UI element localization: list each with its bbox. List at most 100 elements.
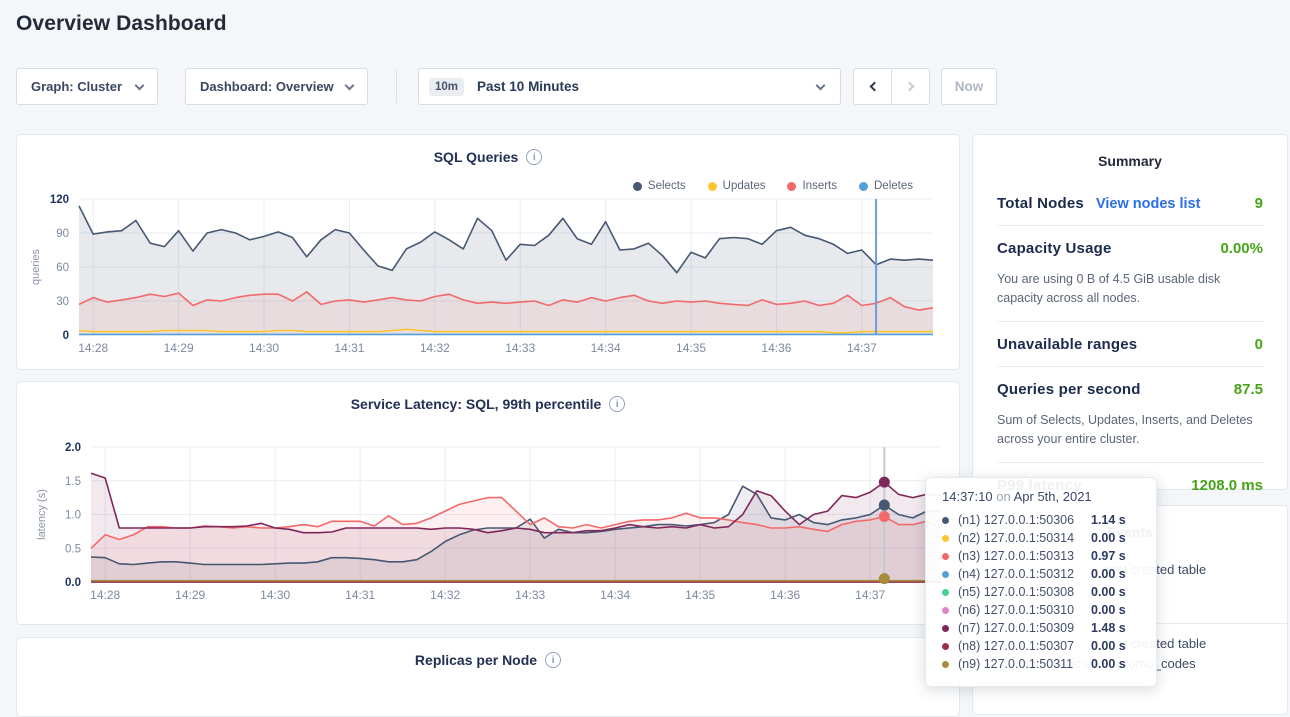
legend-dot-icon — [633, 182, 642, 191]
svg-text:queries: queries — [30, 248, 42, 285]
node-color-dot-icon — [942, 517, 949, 524]
svg-text:14:33: 14:33 — [515, 588, 545, 602]
metric-value: 1208.0 ms — [1191, 477, 1263, 494]
chevron-down-icon — [816, 80, 826, 90]
time-range-badge: 10m — [429, 78, 464, 96]
tooltip-connector: on — [996, 489, 1010, 504]
svg-text:0.0: 0.0 — [65, 577, 81, 589]
node-color-dot-icon — [942, 643, 949, 650]
graph-dropdown[interactable]: Graph: Cluster — [16, 68, 158, 105]
chart-title: SQL Queries i — [17, 149, 959, 165]
tooltip-time: 14:37:10 — [942, 489, 993, 504]
svg-text:90: 90 — [56, 228, 69, 240]
replicas-per-node-card: Replicas per Node i — [16, 637, 960, 717]
tooltip-date: Apr 5th, 2021 — [1014, 489, 1092, 504]
time-range-selector[interactable]: 10m Past 10 Minutes — [418, 68, 841, 105]
svg-text:14:35: 14:35 — [676, 341, 706, 355]
view-nodes-link[interactable]: View nodes list — [1096, 196, 1201, 212]
legend-dot-icon — [859, 182, 868, 191]
info-icon[interactable]: i — [526, 149, 542, 165]
svg-text:60: 60 — [56, 262, 69, 274]
chevron-right-icon — [904, 82, 914, 92]
summary-title: Summary — [973, 153, 1287, 169]
node-color-dot-icon — [942, 571, 949, 578]
time-next-button[interactable] — [891, 68, 930, 105]
svg-text:14:34: 14:34 — [591, 341, 621, 355]
svg-text:14:30: 14:30 — [260, 588, 290, 602]
svg-text:2.0: 2.0 — [65, 442, 81, 454]
node-label: (n2) 127.0.0.1:50314 — [958, 531, 1091, 545]
svg-text:30: 30 — [56, 296, 69, 308]
metric-value: 0 — [1255, 336, 1263, 353]
info-icon[interactable]: i — [609, 396, 625, 412]
tooltip-row: (n2) 127.0.0.1:503140.00 s — [942, 529, 1140, 547]
node-value: 1.48 s — [1091, 621, 1126, 635]
svg-text:14:31: 14:31 — [334, 341, 364, 355]
tooltip-row: (n3) 127.0.0.1:503130.97 s — [942, 547, 1140, 565]
svg-text:14:37: 14:37 — [847, 341, 877, 355]
metric-value: 87.5 — [1234, 381, 1263, 398]
tooltip-timestamp: 14:37:10 on Apr 5th, 2021 — [942, 489, 1140, 504]
svg-text:14:32: 14:32 — [420, 341, 450, 355]
tooltip-row: (n4) 127.0.0.1:503120.00 s — [942, 565, 1140, 583]
service-latency-chart[interactable]: 0.00.51.01.52.014:2814:2914:3014:3114:32… — [17, 438, 961, 626]
node-label: (n3) 127.0.0.1:50313 — [958, 549, 1091, 563]
time-prev-button[interactable] — [853, 68, 892, 105]
svg-text:14:31: 14:31 — [345, 588, 375, 602]
chevron-left-icon — [869, 82, 879, 92]
now-button[interactable]: Now — [941, 68, 997, 105]
sql-queries-card: SQL Queries i SelectsUpdatesInsertsDelet… — [16, 134, 960, 370]
node-color-dot-icon — [942, 535, 949, 542]
tooltip-row: (n5) 127.0.0.1:503080.00 s — [942, 583, 1140, 601]
svg-text:14:29: 14:29 — [164, 341, 194, 355]
tooltip-row: (n8) 127.0.0.1:503070.00 s — [942, 637, 1140, 655]
info-icon[interactable]: i — [545, 652, 561, 668]
summary-row-capacity: Capacity Usage 0.00% — [997, 226, 1263, 270]
chevron-down-icon — [345, 80, 355, 90]
metric-description: You are using 0 B of 4.5 GiB usable disk… — [997, 270, 1263, 321]
metric-value: 9 — [1255, 195, 1263, 212]
node-label: (n8) 127.0.0.1:50307 — [958, 639, 1091, 653]
summary-row-total-nodes: Total Nodes View nodes list 9 — [997, 181, 1263, 225]
svg-text:14:36: 14:36 — [761, 341, 791, 355]
time-range-label: Past 10 Minutes — [477, 79, 817, 94]
metric-description: Sum of Selects, Updates, Inserts, and De… — [997, 411, 1263, 462]
svg-text:14:34: 14:34 — [600, 588, 630, 602]
svg-text:14:28: 14:28 — [78, 341, 108, 355]
node-value: 0.00 s — [1091, 531, 1126, 545]
tooltip-rows: (n1) 127.0.0.1:503061.14 s(n2) 127.0.0.1… — [942, 511, 1140, 673]
dashboard-dropdown[interactable]: Dashboard: Overview — [185, 68, 368, 105]
chart-title: Replicas per Node i — [17, 652, 959, 668]
node-color-dot-icon — [942, 661, 949, 668]
svg-text:14:33: 14:33 — [505, 341, 535, 355]
legend-dot-icon — [708, 182, 717, 191]
node-color-dot-icon — [942, 553, 949, 560]
legend-dot-icon — [787, 182, 796, 191]
svg-text:1.0: 1.0 — [65, 510, 81, 522]
tooltip-row: (n6) 127.0.0.1:503100.00 s — [942, 601, 1140, 619]
node-color-dot-icon — [942, 607, 949, 614]
node-label: (n6) 127.0.0.1:50310 — [958, 603, 1091, 617]
node-color-dot-icon — [942, 589, 949, 596]
svg-text:120: 120 — [50, 194, 69, 206]
svg-text:14:32: 14:32 — [430, 588, 460, 602]
tooltip-row: (n1) 127.0.0.1:503061.14 s — [942, 511, 1140, 529]
node-value: 0.00 s — [1091, 603, 1126, 617]
svg-text:14:37: 14:37 — [855, 588, 885, 602]
node-value: 1.14 s — [1091, 513, 1126, 527]
svg-text:0: 0 — [63, 330, 69, 342]
metric-value: 0.00% — [1220, 240, 1263, 257]
node-label: (n5) 127.0.0.1:50308 — [958, 585, 1091, 599]
chart-title: Service Latency: SQL, 99th percentile i — [17, 396, 959, 412]
tooltip-row: (n9) 127.0.0.1:503110.00 s — [942, 655, 1140, 673]
tooltip-row: (n7) 127.0.0.1:503091.48 s — [942, 619, 1140, 637]
dashboard-dropdown-label: Dashboard: Overview — [200, 79, 334, 94]
svg-text:14:36: 14:36 — [770, 588, 800, 602]
svg-text:14:30: 14:30 — [249, 341, 279, 355]
metric-label: Unavailable ranges — [997, 336, 1137, 353]
summary-card: Summary Total Nodes View nodes list 9 Ca… — [972, 134, 1288, 490]
sql-queries-chart[interactable]: 0 30 60 90 120 14:28 14:29 14:30 14:31 14:32 14:33… — [17, 191, 961, 371]
node-value: 0.97 s — [1091, 549, 1126, 563]
chart-hover-tooltip: 14:37:10 on Apr 5th, 2021 (n1) 127.0.0.1… — [925, 477, 1157, 687]
page-title: Overview Dashboard — [16, 12, 227, 36]
